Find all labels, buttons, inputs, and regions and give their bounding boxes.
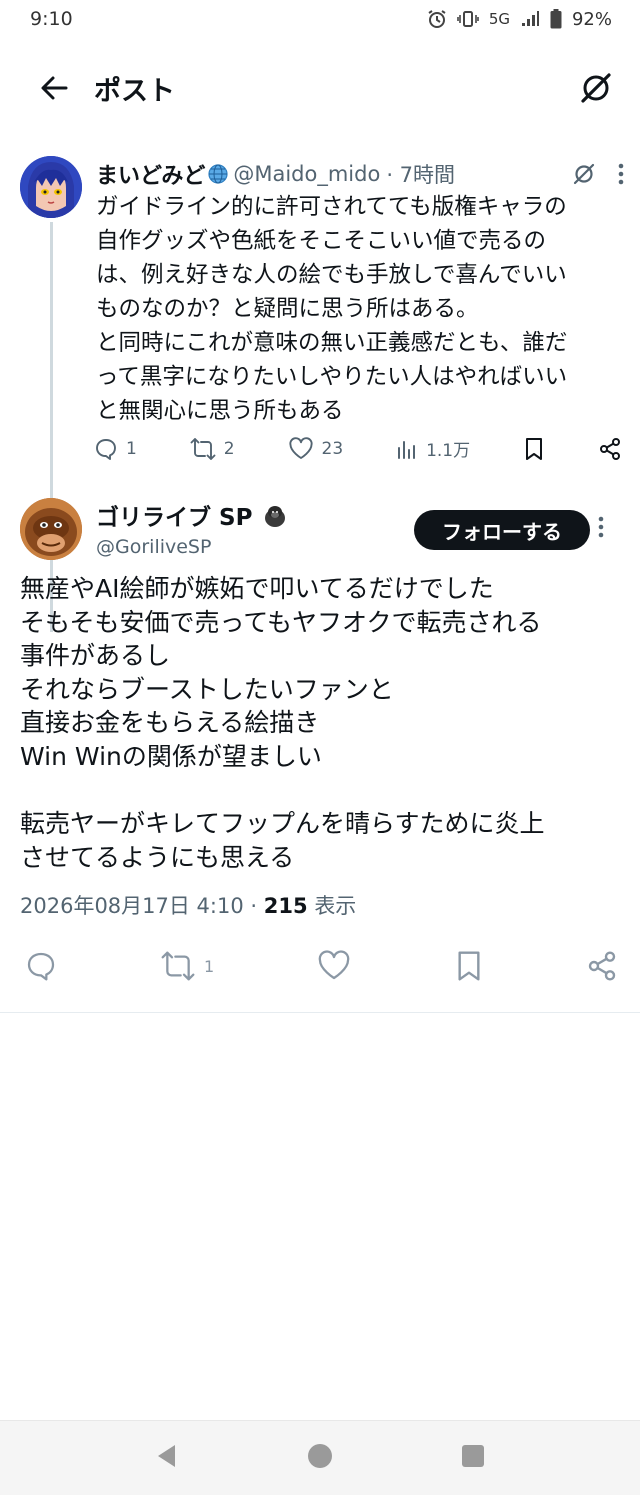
user-handle[interactable]: @Maido_mido — [233, 162, 380, 186]
views-count: 215 — [263, 894, 308, 918]
bar-chart-icon — [398, 440, 416, 459]
share-button[interactable] — [586, 950, 618, 982]
display-name-text: ゴリライブ SP — [96, 505, 253, 531]
views-label: 表示 — [314, 894, 357, 918]
repost-count: 2 — [223, 438, 235, 459]
like-count: 23 — [321, 438, 344, 459]
views-button[interactable]: 1.1万 — [396, 436, 470, 461]
post-meta: 2026年08月17日 4:10 · 215 表示 — [20, 890, 356, 920]
repost-button[interactable]: 2 — [190, 437, 235, 461]
network-label: 5G — [488, 10, 510, 28]
heart-icon — [318, 950, 350, 980]
repost-icon — [161, 951, 195, 981]
triangle-back-icon — [157, 1445, 175, 1467]
repost-icon — [190, 437, 216, 460]
text-line: と同時にこれが意味の無い正義感だとも、誰だ — [96, 330, 568, 356]
nav-home-button[interactable] — [306, 1442, 334, 1474]
parent-post-actions: 1 2 23 1.1万 — [94, 436, 622, 461]
status-bar: 9:10 5G 92% — [0, 0, 640, 38]
bookmark-icon — [526, 437, 543, 460]
signal-icon — [520, 10, 540, 28]
text-line: ものなのか？と疑問に思う所はある。 — [96, 296, 479, 322]
user-handle[interactable]: @GoriliveSP — [96, 536, 211, 558]
gorilla-emoji-icon — [262, 503, 288, 535]
text-line: って黒字になりたいしやりたい人はやればいい — [96, 364, 568, 390]
parent-post-text: ガイドライン的に許可されてても版権キャラの 自作グッズや色紙をそこそこいい値で売… — [96, 190, 624, 428]
back-button[interactable] — [34, 68, 74, 108]
more-options-icon[interactable] — [618, 163, 624, 185]
heart-icon — [288, 436, 313, 459]
reply-button[interactable] — [24, 950, 58, 982]
parent-post[interactable]: まいどみど @Maido_mido · 7時間 ガイドライン的に許可されてても版… — [0, 150, 640, 632]
parent-post-header: まいどみど @Maido_mido · 7時間 — [96, 158, 624, 190]
reply-button[interactable]: 1 — [94, 437, 137, 461]
reply-count: 1 — [126, 438, 137, 459]
bookmark-icon — [458, 951, 480, 981]
alarm-icon — [427, 9, 447, 29]
follow-button[interactable]: フォローする — [414, 510, 590, 550]
reply-icon — [96, 438, 116, 460]
section-divider — [0, 1012, 640, 1013]
system-navigation-bar — [0, 1420, 640, 1495]
text-line: ガイドライン的に許可されてても版権キャラの — [96, 194, 567, 220]
status-time: 9:10 — [30, 8, 73, 30]
bookmark-button[interactable] — [523, 437, 545, 461]
like-button[interactable] — [316, 950, 352, 982]
share-icon — [599, 437, 620, 460]
square-recents-icon — [462, 1445, 485, 1467]
repost-button[interactable]: 1 — [160, 950, 214, 982]
globe-icon — [207, 163, 229, 185]
thread-connector-line — [50, 222, 53, 632]
meta-separator: · — [250, 894, 264, 918]
share-icon — [588, 951, 616, 981]
arrow-left-icon — [41, 76, 68, 100]
grok-button[interactable] — [576, 68, 616, 108]
main-post-actions: 1 — [24, 950, 618, 982]
nav-back-button[interactable] — [153, 1442, 181, 1474]
grok-icon[interactable] — [572, 162, 596, 186]
avatar[interactable] — [20, 498, 82, 560]
post-time: · 7時間 — [386, 163, 456, 187]
grok-icon — [581, 73, 611, 103]
circle-home-icon — [307, 1444, 332, 1468]
like-button[interactable]: 23 — [288, 436, 344, 461]
vibrate-icon — [457, 10, 479, 28]
bookmark-button[interactable] — [454, 950, 484, 982]
nav-recents-button[interactable] — [459, 1442, 487, 1474]
display-name[interactable]: まいどみど — [96, 158, 205, 190]
post-text: 無産やAI絵師が嫉妬で叩いてるだけでした そもそも安価で売ってもヤフオクで転売さ… — [20, 574, 545, 872]
text-line: は、例え好きな人の絵でも手放しで喜んでいい — [96, 262, 567, 288]
status-icons: 5G 92% — [427, 9, 612, 30]
battery-level: 92% — [571, 8, 612, 30]
text-line: 自作グッズや色紙をそこそこいい値で売るの — [96, 228, 547, 254]
post-date: 2026年08月17日 4:10 — [20, 894, 244, 918]
repost-count: 1 — [203, 956, 215, 976]
top-app-bar: ポスト — [0, 50, 640, 126]
display-name[interactable]: ゴリライブ SP — [96, 498, 288, 535]
page-title: ポスト — [94, 75, 175, 107]
more-options-icon[interactable] — [598, 516, 604, 542]
share-button[interactable] — [598, 437, 622, 461]
view-count: 1.1万 — [426, 441, 471, 461]
text-line: と無関心に思う所もある — [96, 398, 344, 424]
battery-icon — [550, 9, 562, 29]
avatar[interactable] — [20, 156, 82, 218]
reply-icon — [27, 952, 55, 981]
